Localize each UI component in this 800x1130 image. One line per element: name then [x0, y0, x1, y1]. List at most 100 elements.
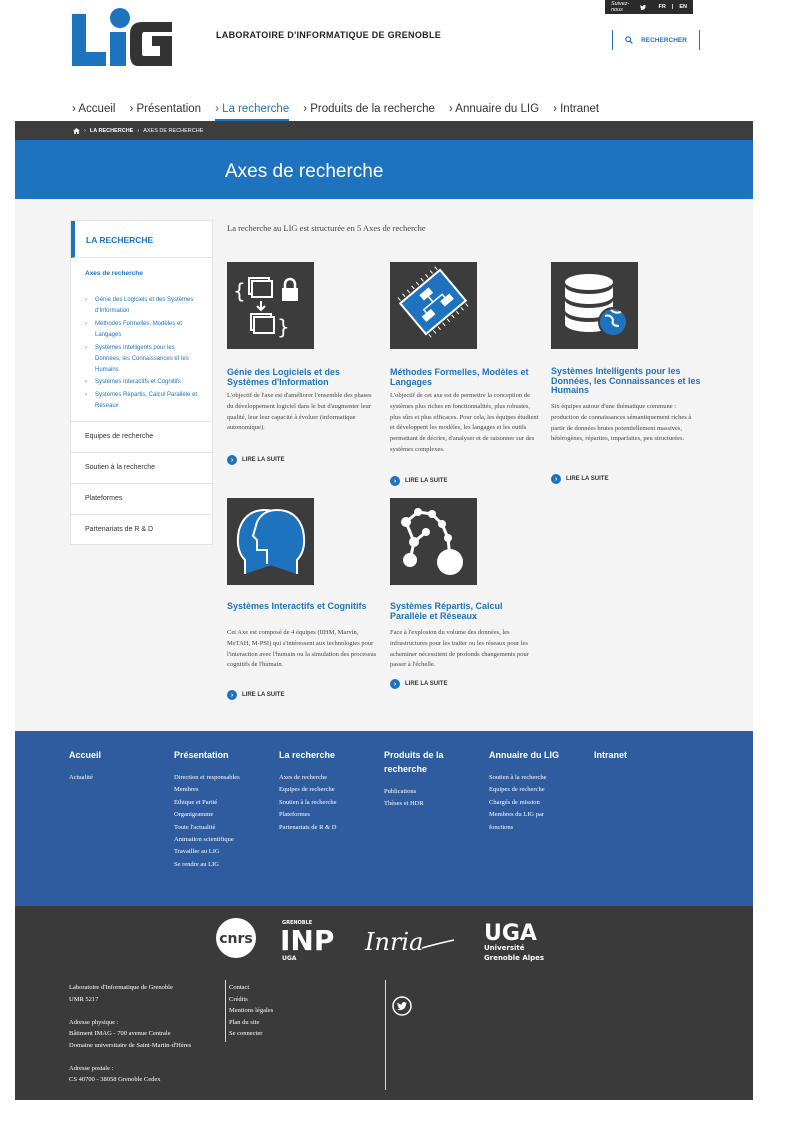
- footer-heading[interactable]: Produits de la recherche: [384, 748, 459, 776]
- footer-heading[interactable]: Accueil: [69, 748, 169, 762]
- footer-link[interactable]: Toute l'actualité: [174, 822, 274, 834]
- address-line: UMR 5217: [69, 995, 99, 1003]
- uga-logo[interactable]: UGA Université Grenoble Alpes: [484, 921, 544, 962]
- footer-heading[interactable]: La recherche: [279, 748, 379, 762]
- chevron-right-icon: ›: [85, 321, 87, 327]
- footer-col-annuaire: Annuaire du LIG Soutien à la recherche E…: [489, 748, 589, 834]
- svg-text:UGA: UGA: [282, 955, 297, 962]
- footer-link-mentions[interactable]: Mentions légales: [229, 1005, 273, 1017]
- sidebar-heading: LA RECHERCHE: [71, 221, 212, 258]
- footer-link[interactable]: Membres du LIG par fonctions: [489, 809, 569, 834]
- sidebar-subitem-methodes[interactable]: › Méthodes Formelles, Modèles et Langages: [85, 319, 203, 341]
- inria-logo[interactable]: Inria: [364, 928, 455, 956]
- chevron-right-icon: ›: [390, 679, 400, 689]
- footer-link[interactable]: Axes de recherche: [279, 772, 379, 784]
- sidebar-item-partenariats[interactable]: Partenariats de R & D: [71, 514, 212, 544]
- footer-link[interactable]: Chargés de mission: [489, 797, 589, 809]
- card-image-interactifs[interactable]: [227, 498, 314, 585]
- cnrs-logo[interactable]: cnrs: [216, 918, 256, 958]
- follow-label: Suivez-nous: [611, 1, 630, 13]
- footer-link[interactable]: Ethique et Parité: [174, 797, 274, 809]
- grenoble-inp-logo[interactable]: GRENOBLE INP UGA: [280, 920, 334, 962]
- card-desc-repartis: Face à l'explosion du volume des données…: [390, 629, 529, 669]
- nav-accueil[interactable]: › Accueil: [72, 103, 115, 121]
- footer-link[interactable]: Soutien à la recherche: [279, 797, 379, 809]
- card-image-methodes[interactable]: [390, 262, 477, 349]
- nav-annuaire[interactable]: › Annuaire du LIG: [449, 103, 539, 121]
- footer-link[interactable]: Direction et responsables: [174, 772, 244, 784]
- breadcrumb-parent[interactable]: LA RECHERCHE: [90, 128, 134, 134]
- card-title-interactifs[interactable]: Systèmes Interactifs et Cognitifs: [227, 601, 377, 612]
- chevron-right-icon: ›: [85, 345, 87, 351]
- card-title-genie[interactable]: Génie des Logiciels et des Systèmes d'In…: [227, 367, 377, 387]
- address-line: Adresse postale :: [69, 1064, 114, 1072]
- twitter-footer-icon[interactable]: [392, 996, 412, 1016]
- lang-fr[interactable]: FR: [658, 4, 665, 10]
- sidebar-item-soutien[interactable]: Soutien à la recherche: [71, 452, 212, 482]
- card-desc-systemes-intelligents: Six équipes autour d'une thématique comm…: [551, 403, 692, 443]
- sidebar-item-axes[interactable]: Axes de recherche: [85, 270, 143, 277]
- card-image-repartis[interactable]: [390, 498, 477, 585]
- card-title-systemes-intelligents[interactable]: Systèmes Intelligents pour les Données, …: [551, 366, 701, 396]
- footer-link[interactable]: Organigramme: [174, 809, 274, 821]
- footer-link[interactable]: Plateformes: [279, 809, 379, 821]
- footer-heading[interactable]: Annuaire du LIG: [489, 748, 589, 762]
- footer-link-plan[interactable]: Plan du site: [229, 1017, 273, 1029]
- footer-heading[interactable]: Intranet: [594, 748, 694, 762]
- footer-link-connect[interactable]: Se connecter: [229, 1028, 273, 1040]
- footer-link[interactable]: Partenariats de R & D: [279, 822, 379, 834]
- divider: [225, 980, 226, 1042]
- chevron-right-icon: ›: [85, 297, 87, 303]
- footer-link[interactable]: Soutien à la recherche: [489, 772, 589, 784]
- read-more-repartis[interactable]: › LIRE LA SUITE: [390, 679, 447, 689]
- lig-logo[interactable]: [72, 4, 174, 68]
- card-image-systemes-intelligents[interactable]: [551, 262, 638, 349]
- footer-link[interactable]: Travailler au LIG: [174, 846, 274, 858]
- footer-link[interactable]: Membres: [174, 784, 274, 796]
- social-bar: Suivez-nous FR | EN: [605, 0, 693, 14]
- nav-produits[interactable]: › Produits de la recherche: [303, 103, 435, 121]
- sidebar-subitem-systemes-intelligents[interactable]: › Systèmes Intelligents pour les Données,…: [85, 343, 203, 376]
- footer-heading[interactable]: Présentation: [174, 748, 274, 762]
- sidebar-subitem-genie[interactable]: › Génie des Logiciels et des Systèmes d'I…: [85, 295, 203, 317]
- read-more-systemes-intelligents[interactable]: › LIRE LA SUITE: [551, 474, 608, 484]
- footer-col-presentation: Présentation Direction et responsables M…: [174, 748, 274, 871]
- footer-link[interactable]: Thèses et HDR: [384, 798, 484, 810]
- svg-text:}: }: [277, 315, 290, 339]
- svg-text:{: {: [233, 279, 246, 303]
- footer-link[interactable]: Animation scientifique: [174, 834, 274, 846]
- sidebar-subitem-interactifs[interactable]: › Systèmes Interactifs et Cognitifs: [85, 377, 203, 388]
- footer-link[interactable]: Equipes de recherche: [489, 784, 589, 796]
- nav-presentation[interactable]: › Présentation: [129, 103, 201, 121]
- footer-link-credits[interactable]: Crédits: [229, 994, 273, 1006]
- lang-en[interactable]: EN: [679, 4, 687, 10]
- card-title-repartis[interactable]: Systèmes Répartis, Calcul Parallèle et R…: [390, 601, 540, 621]
- card-title-methodes[interactable]: Méthodes Formelles, Modèles et Langages: [390, 367, 540, 387]
- svg-text:UGA: UGA: [484, 921, 537, 946]
- twitter-icon[interactable]: [640, 4, 647, 11]
- footer-link-contact[interactable]: Contact: [229, 982, 273, 994]
- footer-link[interactable]: Actualité: [69, 772, 169, 784]
- footer-link[interactable]: Equipes de recherche: [279, 784, 379, 796]
- read-more-interactifs[interactable]: › LIRE LA SUITE: [227, 690, 284, 700]
- footer-col-produits: Produits de la recherche Publications Th…: [384, 748, 484, 811]
- sidebar-subitem-repartis[interactable]: › Systèmes Répartis, Calcul Parallèle et …: [85, 390, 203, 412]
- sidebar: LA RECHERCHE Axes de recherche › Génie de…: [70, 220, 213, 545]
- address-line: Laboratoire d'Informatique de Grenoble: [69, 984, 173, 991]
- footer-link[interactable]: Publications: [384, 786, 484, 798]
- intro-text: La recherche au LIG est structurée en 5 …: [227, 223, 426, 233]
- sidebar-item-equipes[interactable]: Equipes de recherche: [71, 421, 212, 451]
- search-icon: [625, 36, 633, 44]
- read-more-methodes[interactable]: › LIRE LA SUITE: [390, 476, 447, 486]
- footer-col-accueil: Accueil Actualité: [69, 748, 169, 784]
- card-image-genie[interactable]: { }: [227, 262, 314, 349]
- footer-link[interactable]: Se rendre au LIG: [174, 859, 274, 871]
- home-icon[interactable]: [73, 127, 80, 134]
- partner-logos: cnrs GRENOBLE INP UGA Inria UGA Universi…: [210, 918, 570, 966]
- svg-text:Grenoble Alpes: Grenoble Alpes: [484, 954, 544, 962]
- nav-intranet[interactable]: › Intranet: [553, 103, 599, 121]
- read-more-genie[interactable]: › LIRE LA SUITE: [227, 455, 284, 465]
- search-button[interactable]: RECHERCHER: [612, 30, 700, 50]
- sidebar-item-plateformes[interactable]: Plateformes: [71, 483, 212, 513]
- nav-la-recherche[interactable]: › La recherche: [215, 103, 290, 121]
